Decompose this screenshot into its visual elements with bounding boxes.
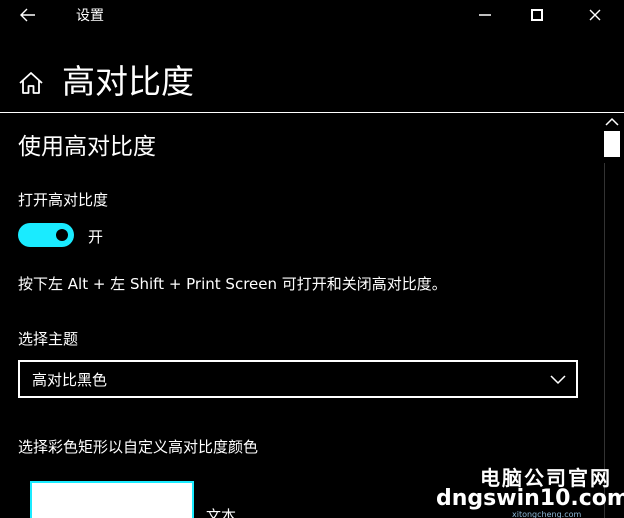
theme-dropdown[interactable]: 高对比黑色 <box>18 360 578 398</box>
text-color-swatch[interactable] <box>30 481 194 518</box>
color-customize-label: 选择彩色矩形以自定义高对比度颜色 <box>18 438 259 456</box>
scroll-thumb[interactable] <box>604 131 620 157</box>
scroll-up-arrow-icon[interactable] <box>604 117 620 127</box>
settings-window: 设置 高对比度 使用高对比度 打开高对比度 开 按下左 Alt + 左 Shif… <box>0 0 624 518</box>
minimize-icon <box>479 14 491 16</box>
home-icon[interactable] <box>18 70 44 96</box>
text-color-label: 文本 <box>206 507 237 518</box>
scroll-track[interactable] <box>604 163 620 518</box>
chevron-down-icon <box>550 375 566 385</box>
close-icon <box>589 9 601 21</box>
minimize-button[interactable] <box>462 0 508 30</box>
maximize-button[interactable] <box>514 0 560 30</box>
app-title: 设置 <box>76 8 104 24</box>
back-arrow-icon <box>20 8 35 22</box>
page-title: 高对比度 <box>62 62 194 101</box>
maximize-icon <box>531 9 543 21</box>
toggle-state-text: 开 <box>88 228 104 246</box>
high-contrast-toggle-label: 打开高对比度 <box>18 191 109 209</box>
title-bar: 设置 <box>0 0 624 30</box>
page-header: 高对比度 <box>0 50 624 112</box>
theme-label: 选择主题 <box>18 330 79 348</box>
section-title: 使用高对比度 <box>18 134 156 160</box>
theme-dropdown-value: 高对比黑色 <box>32 371 108 389</box>
toggle-knob <box>56 229 68 241</box>
high-contrast-toggle[interactable] <box>18 223 74 247</box>
close-button[interactable] <box>572 0 618 30</box>
vertical-scrollbar[interactable] <box>600 113 624 518</box>
shortcut-description: 按下左 Alt + 左 Shift + Print Screen 可打开和关闭高… <box>18 275 447 293</box>
settings-content: 使用高对比度 打开高对比度 开 按下左 Alt + 左 Shift + Prin… <box>0 113 600 518</box>
back-button[interactable] <box>8 0 48 30</box>
